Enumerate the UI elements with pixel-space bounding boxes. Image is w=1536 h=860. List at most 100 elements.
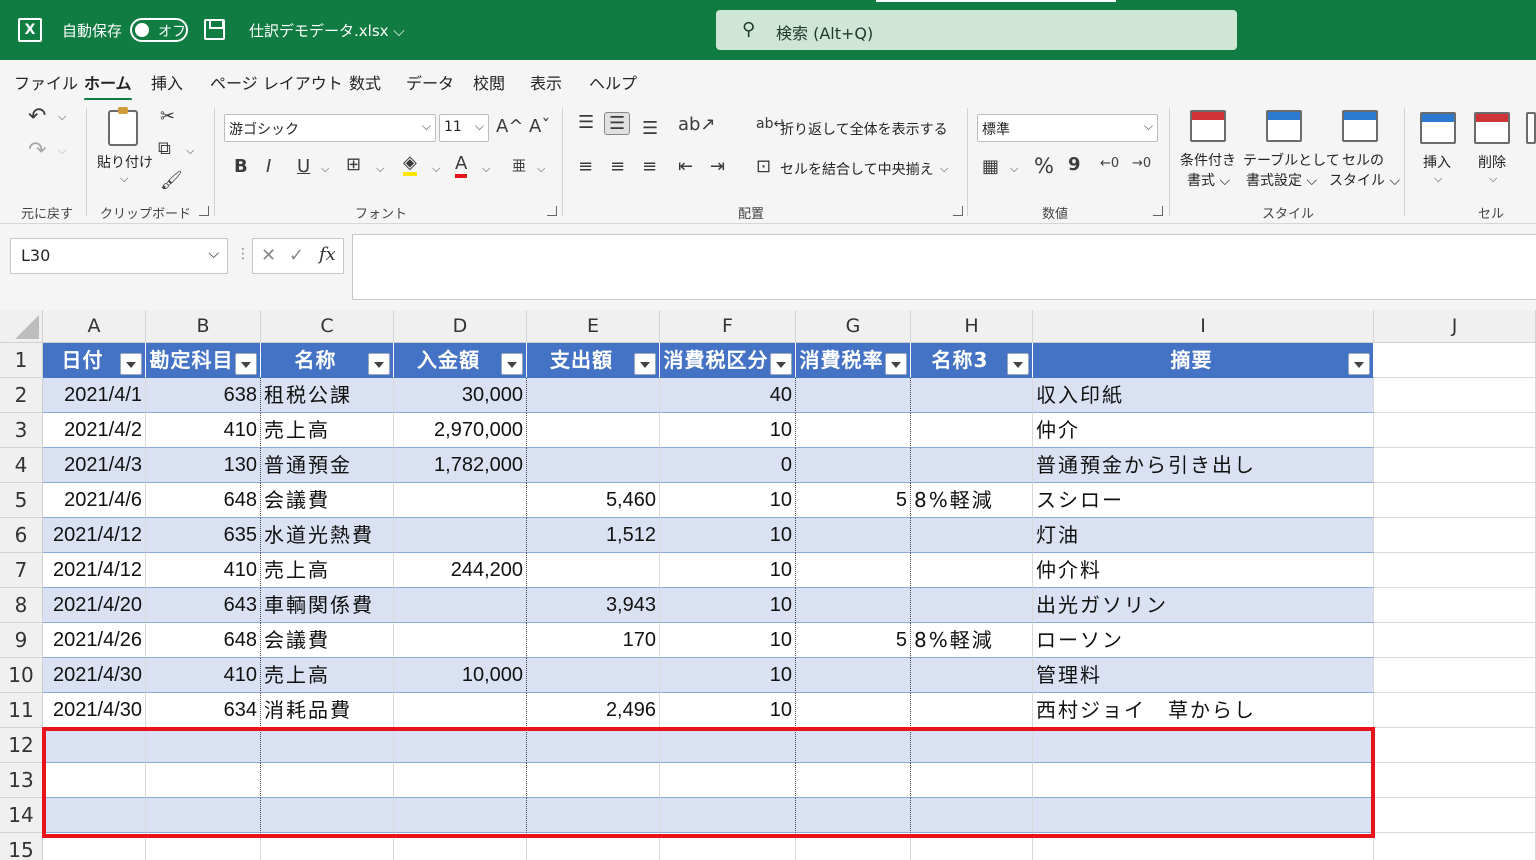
insert-cells-button[interactable]: 挿入 (1423, 152, 1451, 172)
table-cell[interactable] (394, 798, 527, 833)
table-cell[interactable] (394, 693, 527, 728)
table-cell[interactable]: 410 (146, 553, 261, 588)
table-cell[interactable]: 8%軽減 (911, 483, 1033, 518)
table-cell[interactable] (527, 413, 660, 448)
table-cell[interactable]: 水道光熱費 (261, 518, 394, 553)
font-size-dropdown[interactable]: 11 ⌵ (439, 114, 489, 142)
table-cell[interactable] (911, 588, 1033, 623)
tab-data[interactable]: データ (406, 70, 454, 94)
column-header-i[interactable]: I (1033, 310, 1374, 343)
table-cell[interactable] (527, 378, 660, 413)
table-cell[interactable]: 会議費 (261, 623, 394, 658)
currency-icon[interactable]: ▦ (982, 156, 999, 177)
table-cell[interactable] (394, 483, 527, 518)
table-cell[interactable]: 2021/4/12 (43, 553, 146, 588)
format-cells-icon[interactable] (1526, 112, 1536, 144)
row-header-13[interactable]: 13 (0, 763, 43, 798)
table-cell[interactable]: 10 (660, 413, 796, 448)
table-cell[interactable]: 売上高 (261, 413, 394, 448)
table-cell[interactable]: 5,460 (527, 483, 660, 518)
table-cell[interactable] (911, 378, 1033, 413)
table-cell[interactable]: 638 (146, 378, 261, 413)
font-color-icon[interactable]: A (455, 154, 468, 178)
table-cell[interactable] (43, 763, 146, 798)
table-cell[interactable] (1374, 763, 1536, 798)
column-header-d[interactable]: D (394, 310, 527, 343)
table-cell[interactable] (911, 413, 1033, 448)
table-cell[interactable]: 普通預金から引き出し (1033, 448, 1374, 483)
column-header-h[interactable]: H (911, 310, 1033, 343)
table-cell[interactable] (527, 833, 660, 860)
format-table-line2[interactable]: 書式設定 ⌵ (1246, 170, 1317, 190)
table-cell[interactable]: 10 (660, 693, 796, 728)
column-header-f[interactable]: F (660, 310, 796, 343)
table-cell[interactable] (43, 798, 146, 833)
table-cell[interactable]: 1,782,000 (394, 448, 527, 483)
tab-file[interactable]: ファイル (14, 70, 78, 94)
table-cell[interactable] (146, 728, 261, 763)
table-cell[interactable] (796, 588, 911, 623)
conditional-format-icon[interactable] (1190, 110, 1226, 142)
table-cell[interactable]: 2021/4/6 (43, 483, 146, 518)
table-cell[interactable] (527, 448, 660, 483)
table-cell[interactable]: 10 (660, 518, 796, 553)
name-box[interactable]: L30 ⌵ (10, 238, 228, 274)
row-header-4[interactable]: 4 (0, 448, 43, 483)
table-cell[interactable]: 5 (796, 623, 911, 658)
row-header-5[interactable]: 5 (0, 483, 43, 518)
table-cell[interactable] (394, 763, 527, 798)
table-cell[interactable] (796, 693, 911, 728)
table-cell[interactable] (911, 798, 1033, 833)
table-cell[interactable]: 仲介 (1033, 413, 1374, 448)
table-cell[interactable]: 消耗品費 (261, 693, 394, 728)
table-cell[interactable]: 410 (146, 413, 261, 448)
table-cell[interactable]: 40 (660, 378, 796, 413)
table-cell[interactable] (527, 763, 660, 798)
filter-dropdown-icon[interactable] (1007, 353, 1029, 375)
filter-dropdown-icon[interactable] (770, 353, 792, 375)
table-cell[interactable]: 10 (660, 658, 796, 693)
tab-review[interactable]: 校閲 (473, 70, 505, 94)
table-cell[interactable] (1374, 343, 1536, 378)
table-cell[interactable]: ローソン (1033, 623, 1374, 658)
redo-icon[interactable]: ↷ (28, 138, 46, 163)
table-cell[interactable] (1374, 378, 1536, 413)
chevron-down-icon[interactable]: ⌵ (58, 110, 66, 124)
align-right-icon[interactable]: ≡ (642, 156, 657, 177)
table-cell[interactable] (394, 728, 527, 763)
merge-center-button[interactable]: セルを結合して中央揃え (780, 159, 934, 179)
table-cell[interactable] (1374, 518, 1536, 553)
filter-dropdown-icon[interactable] (885, 353, 907, 375)
table-cell[interactable] (527, 553, 660, 588)
cell-styles-line2[interactable]: スタイル ⌵ (1329, 170, 1400, 190)
dialog-launcher-icon[interactable] (953, 206, 963, 216)
table-cell[interactable]: 170 (527, 623, 660, 658)
copy-icon[interactable]: ⧉ (158, 138, 171, 159)
increase-indent-icon[interactable]: ⇥ (710, 156, 725, 177)
table-cell[interactable] (261, 728, 394, 763)
table-cell[interactable]: 648 (146, 623, 261, 658)
dialog-launcher-icon[interactable] (1153, 206, 1163, 216)
tab-formulas[interactable]: 数式 (349, 70, 381, 94)
table-cell[interactable]: 会議費 (261, 483, 394, 518)
table-cell[interactable] (1374, 448, 1536, 483)
table-cell[interactable]: 8%軽減 (911, 623, 1033, 658)
table-cell[interactable] (796, 728, 911, 763)
table-cell[interactable]: 管理料 (1033, 658, 1374, 693)
orientation-icon[interactable]: ab↗ (678, 114, 716, 135)
row-header-14[interactable]: 14 (0, 798, 43, 833)
chevron-down-icon[interactable]: ⌵ (58, 144, 66, 158)
table-cell[interactable] (1374, 413, 1536, 448)
table-cell[interactable]: 130 (146, 448, 261, 483)
table-cell[interactable]: 635 (146, 518, 261, 553)
table-cell[interactable]: 2021/4/30 (43, 693, 146, 728)
grow-font-icon[interactable]: A^ (496, 116, 523, 137)
delete-cells-button[interactable]: 削除 (1478, 152, 1506, 172)
table-cell[interactable] (911, 728, 1033, 763)
table-cell[interactable]: 648 (146, 483, 261, 518)
table-cell[interactable] (146, 763, 261, 798)
table-cell[interactable]: 仲介料 (1033, 553, 1374, 588)
table-cell[interactable]: 244,200 (394, 553, 527, 588)
row-header-10[interactable]: 10 (0, 658, 43, 693)
dialog-launcher-icon[interactable] (547, 206, 557, 216)
